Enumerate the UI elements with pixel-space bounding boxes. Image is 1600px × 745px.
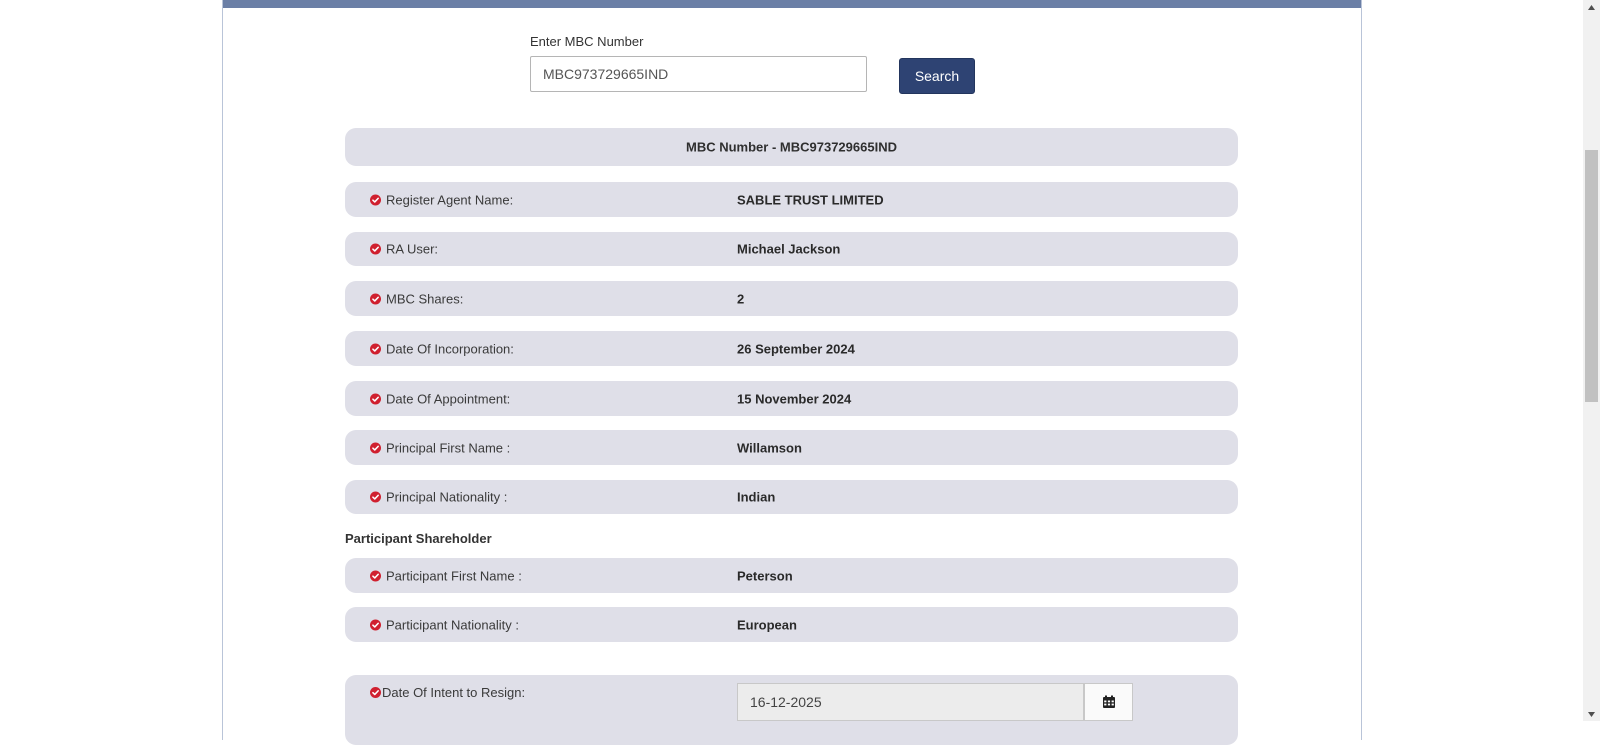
- intent-to-resign-date-input[interactable]: [737, 683, 1084, 721]
- mbc-number-label: Enter MBC Number: [530, 34, 644, 49]
- check-circle-icon: [370, 570, 381, 581]
- detail-value: Peterson: [737, 568, 793, 583]
- check-circle-icon: [370, 393, 381, 404]
- detail-key: Participant First Name :: [386, 568, 522, 583]
- detail-value: 26 September 2024: [737, 341, 855, 356]
- detail-row-date-of-incorporation: Date Of Incorporation: 26 September 2024: [345, 331, 1238, 366]
- mbc-number-title: MBC Number - MBC973729665IND: [686, 139, 897, 155]
- check-circle-icon: [370, 491, 381, 503]
- detail-row-participant-first-name: Participant First Name : Peterson: [345, 558, 1238, 593]
- detail-key: Principal First Name :: [386, 440, 511, 455]
- scroll-thumb[interactable]: [1585, 150, 1598, 402]
- detail-key: MBC Shares:: [386, 291, 464, 306]
- detail-row-principal-nationality: Principal Nationality : Indian: [345, 480, 1238, 514]
- detail-row-date-of-appointment: Date Of Appointment: 15 November 2024: [345, 381, 1238, 416]
- registration-panel: Enter MBC Number Search MBC Number - MBC…: [222, 0, 1362, 745]
- detail-row-principal-first-name: Principal First Name : Willamson: [345, 430, 1238, 465]
- detail-row-register-agent-name: Register Agent Name: SABLE TRUST LIMITED: [345, 182, 1238, 217]
- detail-value: 2: [737, 291, 745, 306]
- detail-key: Date Of Incorporation:: [386, 341, 514, 356]
- detail-key: Participant Nationality :: [386, 617, 519, 632]
- check-circle-icon: [370, 619, 381, 630]
- search-button[interactable]: Search: [899, 58, 975, 94]
- detail-value: Indian: [737, 489, 776, 505]
- calendar-icon: [1102, 695, 1115, 708]
- check-circle-icon: [370, 343, 381, 354]
- check-circle-icon: [370, 194, 381, 205]
- detail-row-ra-user: RA User: Michael Jackson: [345, 232, 1238, 266]
- detail-key: Principal Nationality :: [386, 489, 508, 505]
- participant-shareholder-heading: Participant Shareholder: [345, 531, 492, 546]
- page-scrollbar[interactable]: [1583, 0, 1600, 721]
- detail-value: Willamson: [737, 440, 802, 455]
- panel-header-bar: [223, 0, 1361, 8]
- check-circle-icon: [370, 293, 381, 304]
- check-circle-icon: [370, 442, 381, 453]
- detail-value: Michael Jackson: [737, 241, 841, 257]
- calendar-button[interactable]: [1084, 683, 1133, 721]
- detail-row-participant-nationality: Participant Nationality : European: [345, 607, 1238, 642]
- intent-to-resign-row: Date Of Intent to Resign:: [345, 675, 1238, 745]
- mbc-number-title-row: MBC Number - MBC973729665IND: [345, 128, 1238, 166]
- intent-to-resign-label: Date Of Intent to Resign:: [382, 685, 526, 700]
- detail-value: European: [737, 617, 797, 632]
- mbc-number-input[interactable]: [530, 56, 867, 92]
- detail-row-mbc-shares: MBC Shares: 2: [345, 281, 1238, 316]
- scroll-down-arrow-icon[interactable]: [1583, 707, 1600, 721]
- detail-key: RA User:: [386, 241, 439, 257]
- check-circle-icon: [370, 687, 381, 698]
- scroll-up-arrow-icon[interactable]: [1583, 0, 1600, 14]
- check-circle-icon: [370, 243, 381, 255]
- detail-key: Date Of Appointment:: [386, 391, 511, 406]
- detail-value: SABLE TRUST LIMITED: [737, 192, 884, 207]
- detail-key: Register Agent Name:: [386, 192, 514, 207]
- detail-value: 15 November 2024: [737, 391, 852, 406]
